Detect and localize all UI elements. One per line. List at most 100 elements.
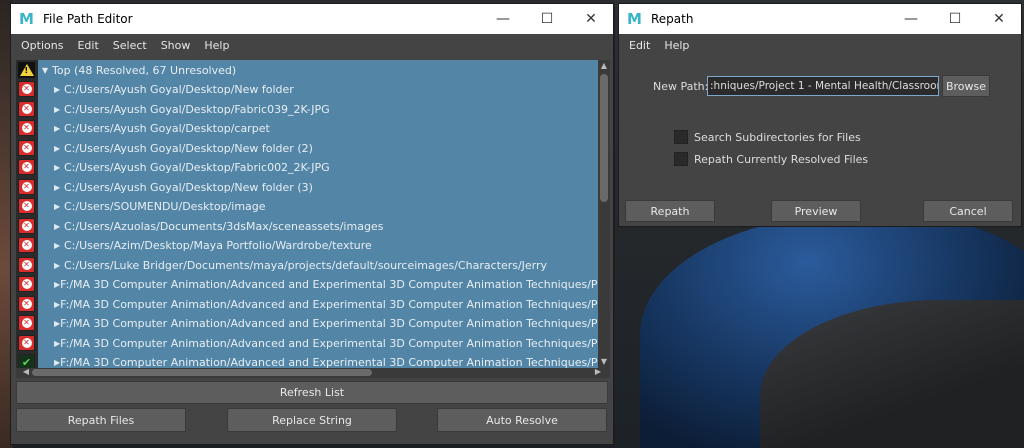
search-subdirectories-label: Search Subdirectories for Files xyxy=(694,130,861,144)
replace-string-button[interactable]: Replace String xyxy=(227,408,397,432)
path-row[interactable]: ▶ F:/MA 3D Computer Animation/Advanced an… xyxy=(54,314,598,333)
vertical-scrollbar[interactable]: ▲ ▼ xyxy=(598,60,610,368)
status-icon-column: ! ✕ ✕ ✕ ✕ ✕ ✕ ✕ ✕ ✕ ✕ ✕ ✕ ✕ ✕ ✔ xyxy=(16,60,38,370)
chevron-right-icon[interactable]: ▶ xyxy=(54,85,64,94)
warning-icon: ! xyxy=(18,62,35,78)
unresolved-error-icon: ✕ xyxy=(18,315,35,331)
preview-button[interactable]: Preview xyxy=(771,200,861,222)
path-label: F:/MA 3D Computer Animation/Advanced and… xyxy=(60,336,598,350)
path-label: C:/Users/Luke Bridger/Documents/maya/pro… xyxy=(64,258,548,272)
maximize-button[interactable]: ☐ xyxy=(933,4,977,34)
path-row[interactable]: ▶ C:/Users/Ayush Goyal/Desktop/Fabric002_… xyxy=(54,158,598,177)
path-label: C:/Users/Ayush Goyal/Desktop/carpet xyxy=(64,122,270,135)
unresolved-error-icon: ✕ xyxy=(18,276,35,292)
chevron-right-icon[interactable]: ▶ xyxy=(54,261,64,270)
unresolved-error-icon: ✕ xyxy=(18,217,35,234)
repath-files-button[interactable]: Repath Files xyxy=(16,408,186,432)
maximize-button[interactable]: ☐ xyxy=(525,4,569,34)
horizontal-scroll-thumb[interactable] xyxy=(32,369,372,376)
close-button[interactable]: ✕ xyxy=(569,4,613,34)
path-label: C:/Users/Ayush Goyal/Desktop/Fabric002_2… xyxy=(64,161,330,174)
menu-select[interactable]: Select xyxy=(106,39,154,52)
path-row[interactable]: ▶ F:/MA 3D Computer Animation/Advanced an… xyxy=(54,334,598,353)
path-row[interactable]: ▶ F:/MA 3D Computer Animation/Advanced an… xyxy=(54,295,598,314)
path-label: F:/MA 3D Computer Animation/Advanced and… xyxy=(60,297,598,311)
tree-header-row[interactable]: ▼ Top (48 Resolved, 67 Unresolved) xyxy=(42,61,598,80)
minimize-button[interactable]: — xyxy=(481,4,525,34)
new-path-input[interactable]: :hniques/Project 1 - Mental Health/Class… xyxy=(707,76,939,96)
menu-edit[interactable]: Edit xyxy=(70,39,105,52)
unresolved-error-icon: ✕ xyxy=(18,256,35,273)
file-path-editor-window: M File Path Editor — ☐ ✕ Options Edit Se… xyxy=(10,3,614,445)
chevron-right-icon[interactable]: ▶ xyxy=(54,163,64,172)
unresolved-error-icon: ✕ xyxy=(18,139,35,156)
path-label: F:/MA 3D Computer Animation/Advanced and… xyxy=(60,356,598,368)
chevron-right-icon[interactable]: ▶ xyxy=(54,241,64,250)
file-path-list: ! ✕ ✕ ✕ ✕ ✕ ✕ ✕ ✕ ✕ ✕ ✕ ✕ ✕ ✕ ✔ ▼ Top (48 Resolved, 67 … xyxy=(16,60,610,378)
repath-resolved-checkbox[interactable] xyxy=(674,152,688,166)
unresolved-error-icon: ✕ xyxy=(18,295,35,312)
unresolved-error-icon: ✕ xyxy=(18,81,35,97)
repath-resolved-option[interactable]: Repath Currently Resolved Files xyxy=(674,152,868,166)
maya-app-icon: M xyxy=(19,10,34,28)
repath-title: Repath xyxy=(651,12,694,26)
path-label: C:/Users/Ayush Goyal/Desktop/New folder … xyxy=(64,141,313,155)
chevron-right-icon[interactable]: ▶ xyxy=(54,202,64,211)
path-row[interactable]: ▶ C:/Users/Luke Bridger/Documents/maya/pr… xyxy=(54,256,598,275)
vertical-scroll-thumb[interactable] xyxy=(600,74,608,202)
path-label: C:/Users/Ayush Goyal/Desktop/Fabric039_2… xyxy=(64,102,330,116)
path-row[interactable]: ▶ C:/Users/Ayush Goyal/Desktop/New folder… xyxy=(54,178,598,197)
repath-button[interactable]: Repath xyxy=(625,200,715,222)
path-label: F:/MA 3D Computer Animation/Advanced and… xyxy=(60,317,598,330)
chevron-right-icon[interactable]: ▶ xyxy=(54,222,64,231)
chevron-right-icon[interactable]: ▶ xyxy=(54,144,64,153)
unresolved-error-icon: ✕ xyxy=(18,120,35,136)
new-path-label: New Path: xyxy=(653,80,709,93)
repath-titlebar[interactable]: M Repath — ☐ ✕ xyxy=(619,4,1021,34)
search-subdirectories-checkbox[interactable] xyxy=(674,130,688,144)
unresolved-error-icon: ✕ xyxy=(18,100,35,117)
path-row[interactable]: ▶ F:/MA 3D Computer Animation/Advanced an… xyxy=(54,275,598,294)
scroll-up-arrow-icon[interactable]: ▲ xyxy=(598,60,610,72)
menu-help[interactable]: Help xyxy=(657,39,696,52)
chevron-down-icon[interactable]: ▼ xyxy=(42,66,52,75)
path-row[interactable]: ▶ C:/Users/Ayush Goyal/Desktop/Fabric039_… xyxy=(54,100,598,119)
chevron-right-icon[interactable]: ▶ xyxy=(54,105,64,114)
path-row[interactable]: ▶ F:/MA 3D Computer Animation/Advanced an… xyxy=(54,353,598,368)
close-button[interactable]: ✕ xyxy=(977,4,1021,34)
unresolved-error-icon: ✕ xyxy=(18,237,35,253)
menu-show[interactable]: Show xyxy=(154,39,198,52)
menu-help[interactable]: Help xyxy=(197,39,236,52)
path-row[interactable]: ▶ C:/Users/Azuolas/Documents/3dsMax/scene… xyxy=(54,217,598,236)
path-label: C:/Users/Azuolas/Documents/3dsMax/scenea… xyxy=(64,219,384,233)
chevron-right-icon[interactable]: ▶ xyxy=(54,183,64,192)
refresh-list-button[interactable]: Refresh List xyxy=(16,381,608,404)
path-row[interactable]: ▶ C:/Users/Azim/Desktop/Maya Portfolio/Wa… xyxy=(54,236,598,255)
path-label: F:/MA 3D Computer Animation/Advanced and… xyxy=(60,278,598,291)
menu-edit[interactable]: Edit xyxy=(622,39,657,52)
path-row[interactable]: ▶ C:/Users/Ayush Goyal/Desktop/carpet xyxy=(54,119,598,138)
search-subdirectories-option[interactable]: Search Subdirectories for Files xyxy=(674,130,861,144)
path-row[interactable]: ▶ C:/Users/Ayush Goyal/Desktop/New folder… xyxy=(54,139,598,158)
fpe-titlebar[interactable]: M File Path Editor — ☐ ✕ xyxy=(11,4,613,34)
path-label: C:/Users/Ayush Goyal/Desktop/New folder xyxy=(64,83,294,96)
horizontal-scrollbar[interactable]: ◀ ▶ xyxy=(16,367,610,378)
minimize-button[interactable]: — xyxy=(889,4,933,34)
repath-window: M Repath — ☐ ✕ Edit Help New Path: :hniq… xyxy=(618,3,1022,227)
path-row[interactable]: ▶ C:/Users/SOUMENDU/Desktop/image xyxy=(54,197,598,216)
path-label: C:/Users/Ayush Goyal/Desktop/New folder … xyxy=(64,180,313,194)
cancel-button[interactable]: Cancel xyxy=(923,200,1013,222)
scroll-left-arrow-icon[interactable]: ◀ xyxy=(20,367,32,377)
scroll-right-arrow-icon[interactable]: ▶ xyxy=(592,367,604,377)
path-label: C:/Users/SOUMENDU/Desktop/image xyxy=(64,200,266,213)
auto-resolve-button[interactable]: Auto Resolve xyxy=(437,408,607,432)
unresolved-error-icon: ✕ xyxy=(18,178,35,195)
repath-window-controls: — ☐ ✕ xyxy=(889,4,1021,34)
path-row[interactable]: ▶ C:/Users/Ayush Goyal/Desktop/New folder xyxy=(54,80,598,99)
directory-tree: ▼ Top (48 Resolved, 67 Unresolved) ▶ C:/U… xyxy=(38,60,598,368)
browse-button[interactable]: Browse xyxy=(942,75,990,97)
menu-options[interactable]: Options xyxy=(14,39,70,52)
tree-header-label: Top (48 Resolved, 67 Unresolved) xyxy=(52,64,237,77)
fpe-window-controls: — ☐ ✕ xyxy=(481,4,613,34)
chevron-right-icon[interactable]: ▶ xyxy=(54,124,64,133)
